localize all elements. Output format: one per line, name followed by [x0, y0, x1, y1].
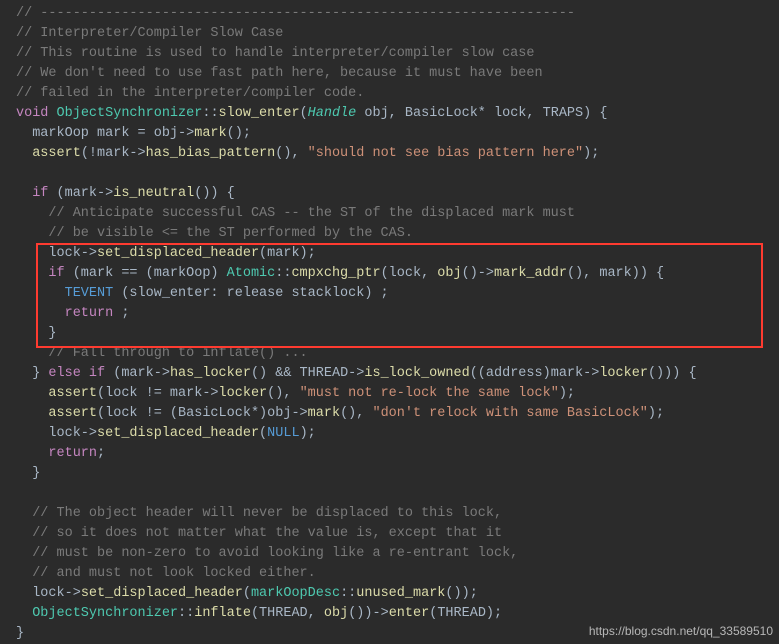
fn-is-lock-owned: is_lock_owned [364, 366, 469, 381]
comment-line: // The object header will never be displ… [16, 506, 502, 521]
code-text: ); [559, 386, 575, 401]
fn-locker: locker [219, 386, 268, 401]
code-text: lock-> [16, 586, 81, 601]
code-text: (lock != (BasicLock*)obj-> [97, 406, 308, 421]
code-text: (slow_enter: release stacklock) ; [113, 286, 388, 301]
fn-has-bias: has_bias_pattern [146, 146, 276, 161]
code-text: } [16, 466, 40, 481]
fn-locker: locker [599, 366, 648, 381]
code-text: (); [227, 126, 251, 141]
code-text: ())-> [348, 606, 389, 621]
comment-line: // must be non-zero to avoid looking lik… [16, 546, 518, 561]
code-text: (mark); [259, 246, 316, 261]
code-text: ((address)mark-> [470, 366, 600, 381]
comment-line: // We don't need to use fast path here, … [16, 66, 543, 81]
const-tevent: TEVENT [65, 286, 114, 301]
code-text: ; [113, 306, 129, 321]
code-text: (mark-> [48, 186, 113, 201]
comment-line: // Anticipate successful CAS -- the ST o… [16, 206, 575, 221]
fn-unused-mark: unused_mark [356, 586, 445, 601]
comment-line: // -------------------------------------… [16, 6, 575, 21]
comment-line: // Interpreter/Compiler Slow Case [16, 26, 283, 41]
code-text: ; [97, 446, 105, 461]
fn-cmpxchg: cmpxchg_ptr [291, 266, 380, 281]
fn-slow-enter: slow_enter [219, 106, 300, 121]
code-text: } [16, 326, 57, 341]
ns-atomic: Atomic [227, 266, 276, 281]
fn-obj: obj [437, 266, 461, 281]
watermark: https://blog.csdn.net/qq_33589510 [589, 621, 773, 641]
code-text: ); [648, 406, 664, 421]
code-text: (mark-> [105, 366, 170, 381]
fn-is-neutral: is_neutral [113, 186, 194, 201]
keyword-return: return [48, 446, 97, 461]
class-name: ObjectSynchronizer [32, 606, 178, 621]
code-block: // -------------------------------------… [0, 0, 779, 644]
code-text: (THREAD, [251, 606, 324, 621]
code-text: (), [275, 146, 307, 161]
code-text: } [16, 626, 24, 641]
string-literal: "must not re-lock the same lock" [300, 386, 559, 401]
code-text: markOop mark = obj-> [16, 126, 194, 141]
code-text: } [16, 366, 48, 381]
keyword-return: return [65, 306, 114, 321]
fn-set-disp: set_displaced_header [97, 426, 259, 441]
code-text: (THREAD); [429, 606, 502, 621]
params: obj, BasicLock* lock, TRAPS) { [356, 106, 607, 121]
keyword-if: if [48, 266, 64, 281]
code-text: ( [259, 426, 267, 441]
fn-enter: enter [389, 606, 430, 621]
type-handle: Handle [308, 106, 357, 121]
code-text: (lock != mark-> [97, 386, 219, 401]
code-text: ()-> [462, 266, 494, 281]
code-text: ); [583, 146, 599, 161]
fn-assert: assert [32, 146, 81, 161]
code-text: ); [300, 426, 316, 441]
fn-mark: mark [308, 406, 340, 421]
fn-mark: mark [194, 126, 226, 141]
code-text: (), mark)) { [567, 266, 664, 281]
code-text: ( [243, 586, 251, 601]
class-name: ObjectSynchronizer [57, 106, 203, 121]
keyword-if: if [89, 366, 105, 381]
code-text: (), [267, 386, 299, 401]
comment-line: // Fall through to inflate() ... [16, 346, 308, 361]
comment-line: // so it does not matter what the value … [16, 526, 502, 541]
fn-has-locker: has_locker [170, 366, 251, 381]
code-text: ()); [445, 586, 477, 601]
code-text: (mark == (markOop) [65, 266, 227, 281]
comment-line: // failed in the interpreter/compiler co… [16, 86, 364, 101]
fn-assert: assert [48, 406, 97, 421]
code-text: lock-> [16, 246, 97, 261]
fn-assert: assert [48, 386, 97, 401]
code-text: lock-> [16, 426, 97, 441]
fn-obj: obj [324, 606, 348, 621]
fn-inflate: inflate [194, 606, 251, 621]
comment-line: // and must not look locked either. [16, 566, 316, 581]
comment-line: // This routine is used to handle interp… [16, 46, 534, 61]
keyword-else: else [48, 366, 80, 381]
code-text: () && THREAD-> [251, 366, 364, 381]
comment-line: // be visible <= the ST performed by the… [16, 226, 413, 241]
code-text: (!mark-> [81, 146, 146, 161]
fn-mark-addr: mark_addr [494, 266, 567, 281]
keyword-if: if [32, 186, 48, 201]
keyword-void: void [16, 106, 48, 121]
string-literal: "should not see bias pattern here" [308, 146, 583, 161]
code-text: ()) { [194, 186, 235, 201]
code-text: ())) { [648, 366, 697, 381]
fn-set-disp: set_displaced_header [97, 246, 259, 261]
const-null: NULL [267, 426, 299, 441]
string-literal: "don't relock with same BasicLock" [372, 406, 647, 421]
code-text: (lock, [381, 266, 438, 281]
fn-set-disp: set_displaced_header [81, 586, 243, 601]
class-markoopdesc: markOopDesc [251, 586, 340, 601]
code-text: (), [340, 406, 372, 421]
